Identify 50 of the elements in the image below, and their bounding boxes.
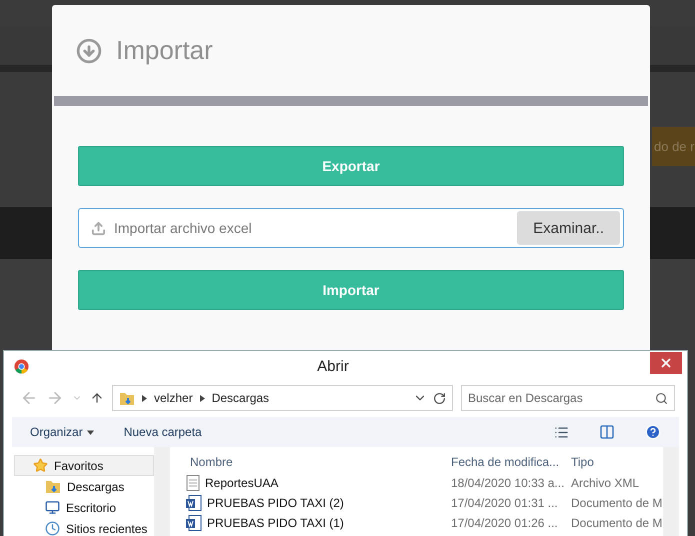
up-icon[interactable] [90, 391, 104, 405]
star-icon [33, 458, 48, 473]
file-date: 17/04/2020 01:31 ... [450, 496, 559, 510]
folder-icon [45, 479, 61, 494]
download-icon [76, 38, 102, 64]
new-folder-button[interactable]: Nueva carpeta [124, 425, 202, 439]
monitor-icon [45, 500, 60, 515]
upload-icon [91, 220, 106, 236]
path-segment[interactable]: velzher [154, 391, 193, 405]
chevron-icon[interactable] [141, 394, 148, 402]
file-name[interactable]: PRUEBAS PIDO TAXI (1) [186, 515, 447, 531]
file-date: 18/04/2020 10:33 a... [450, 476, 566, 490]
caret-icon[interactable] [86, 428, 94, 436]
folder-icon [119, 390, 135, 406]
file-field[interactable]: Importar archivo excel Examinar.. [78, 208, 624, 248]
file-placeholder: Importar archivo excel [114, 220, 253, 236]
search-icon [655, 392, 668, 404]
close-icon [659, 356, 673, 370]
dialog-title: Abrir [316, 358, 350, 374]
file-name[interactable]: ReportesUAA [186, 475, 447, 491]
file-type: Documento de M [570, 496, 663, 510]
nav-item[interactable]: Escritorio [14, 497, 154, 518]
view-icon[interactable] [554, 424, 569, 440]
nav-item[interactable]: Favoritos [14, 455, 154, 476]
column-header[interactable]: Tipo [567, 455, 663, 469]
refresh-icon[interactable] [433, 392, 446, 404]
modal-title: Importar [116, 35, 213, 66]
column-header[interactable]: Fecha de modifica... [447, 455, 567, 469]
preview-pane-icon[interactable] [599, 424, 615, 440]
word-document-icon [186, 515, 202, 531]
file-date: 17/04/2020 01:26 ... [450, 516, 559, 530]
scrollbar[interactable] [154, 447, 170, 536]
address-bar[interactable]: velzher Descargas [112, 385, 453, 411]
nav-item[interactable]: Descargas [14, 476, 154, 497]
column-header[interactable]: Nombre [186, 455, 447, 469]
nav-item[interactable]: Sitios recientes [14, 518, 154, 536]
close-button[interactable] [650, 352, 682, 374]
organize-button[interactable]: Organizar [30, 425, 94, 439]
file-type: Archivo XML [570, 476, 640, 490]
browse-button[interactable]: Examinar.. [517, 211, 620, 245]
browser-logo-icon [14, 358, 29, 374]
document-icon [186, 475, 200, 491]
search-field[interactable]: Buscar en Descargas [461, 385, 675, 411]
clock-icon [45, 521, 60, 536]
path-segment[interactable]: Descargas [212, 391, 270, 405]
file-type: Documento de M [570, 516, 663, 530]
help-icon[interactable] [645, 424, 661, 440]
file-name[interactable]: PRUEBAS PIDO TAXI (2) [186, 495, 447, 511]
word-document-icon [186, 495, 202, 511]
chevron-icon[interactable] [198, 394, 206, 402]
